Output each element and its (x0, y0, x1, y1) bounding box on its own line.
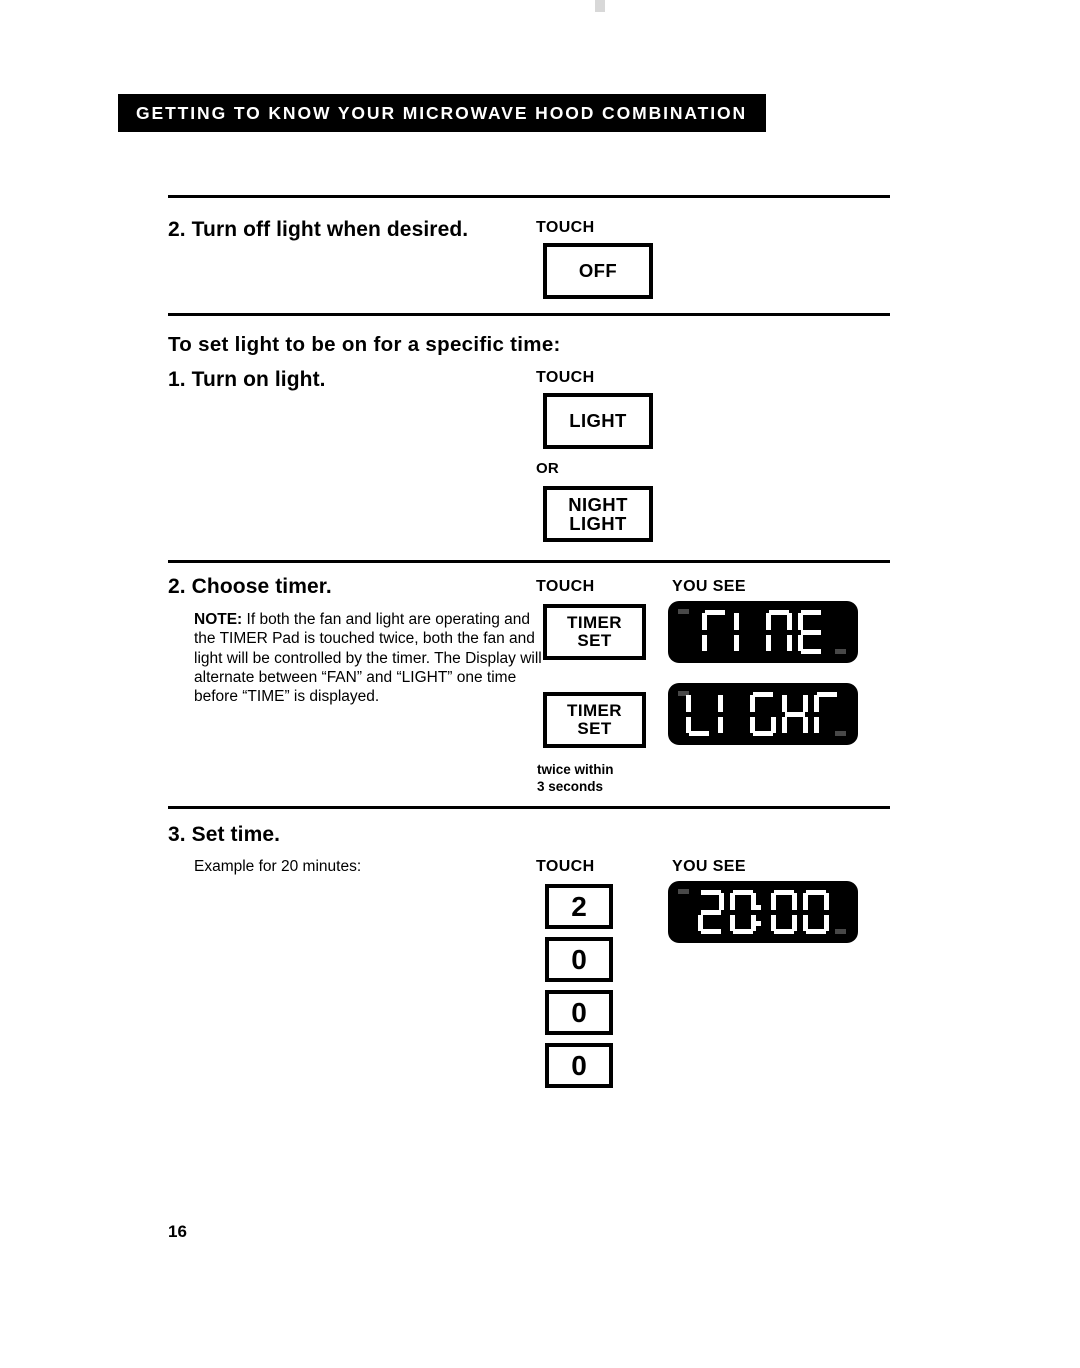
note-paragraph: NOTE: If both the fan and light are oper… (194, 610, 544, 706)
pad-digit-label-2: 0 (571, 943, 587, 975)
step-heading-choose-timer: 2. Choose timer. (168, 575, 332, 598)
page-header-banner: GETTING TO KNOW YOUR MICROWAVE HOOD COMB… (118, 94, 766, 132)
pad-night-light-button[interactable]: NIGHT LIGHT (543, 486, 653, 542)
seven-segment-char (718, 692, 744, 736)
step-heading-set-time: 3. Set time. (168, 823, 281, 846)
you-see-column-label-2: YOU SEE (672, 858, 746, 875)
pad-timer-set-2-line2: SET (577, 719, 612, 738)
seven-segment-char (802, 890, 829, 934)
you-see-column-label-1: YOU SEE (672, 578, 746, 595)
or-separator-label: OR (536, 460, 559, 477)
display-speck (678, 889, 689, 894)
pad-timer-set-2-line1: TIMER (567, 701, 622, 721)
display-speck (835, 929, 846, 934)
seven-segment-char (686, 692, 712, 736)
note-prefix: NOTE: (194, 611, 243, 628)
seven-segment-char (750, 692, 776, 736)
timer-footnote-line2: 3 seconds (537, 779, 604, 794)
touch-column-label-1: TOUCH (536, 219, 595, 236)
seven-segment-char (782, 692, 808, 736)
seven-segment-char (798, 610, 824, 654)
divider-rule-1 (168, 195, 890, 198)
seven-segment-colon (755, 890, 765, 934)
pad-night-light-label-line2: LIGHT (569, 513, 627, 534)
note-body: If both the fan and light are operating … (194, 611, 542, 706)
divider-rule-4 (168, 806, 890, 809)
pad-timer-set-1-line2: SET (577, 631, 612, 650)
seven-segment-char (702, 610, 728, 654)
display-panel-light (668, 683, 858, 745)
display-clock-segments (697, 890, 829, 934)
display-time-segments (702, 610, 824, 654)
seven-segment-char (729, 890, 756, 934)
scan-artifact (595, 0, 605, 12)
pad-digit-label-4: 0 (571, 1049, 587, 1081)
pad-night-light-label-line1: NIGHT (568, 493, 628, 515)
display-speck (835, 649, 846, 654)
pad-off-button[interactable]: OFF (543, 243, 653, 299)
seven-segment-char (814, 692, 840, 736)
touch-column-label-2: TOUCH (536, 369, 595, 386)
touch-column-label-3: TOUCH (536, 578, 595, 595)
pad-off-label: OFF (578, 260, 618, 282)
seven-segment-char (697, 890, 724, 934)
pad-digit-button-2[interactable]: 0 (545, 937, 613, 982)
timer-footnote: twice within 3 seconds (537, 761, 614, 795)
seven-segment-char (734, 610, 760, 654)
pad-timer-set-1-line1: TIMER (567, 613, 622, 633)
pad-digit-button-3[interactable]: 0 (545, 990, 613, 1035)
timer-footnote-line1: twice within (537, 762, 614, 777)
pad-digit-label-1: 2 (571, 890, 587, 922)
example-label: Example for 20 minutes: (194, 858, 362, 875)
pad-light-button[interactable]: LIGHT (543, 393, 653, 449)
display-light-segments (686, 692, 840, 736)
page-header-title: GETTING TO KNOW YOUR MICROWAVE HOOD COMB… (136, 102, 748, 123)
step-heading-turn-off-light: 2. Turn off light when desired. (168, 218, 469, 241)
pad-digit-button-1[interactable]: 2 (545, 884, 613, 929)
section-heading-specific-time: To set light to be on for a specific tim… (168, 333, 561, 356)
display-speck (678, 609, 689, 614)
divider-rule-2 (168, 313, 890, 316)
page-number: 16 (168, 1222, 187, 1241)
divider-rule-3 (168, 560, 890, 563)
touch-column-label-4: TOUCH (536, 858, 595, 875)
seven-segment-char (766, 610, 792, 654)
seven-segment-char (770, 890, 797, 934)
step-heading-turn-on-light: 1. Turn on light. (168, 368, 326, 391)
display-panel-time (668, 601, 858, 663)
pad-timer-set-button-1[interactable]: TIMER SET (543, 604, 646, 660)
pad-timer-set-button-2[interactable]: TIMER SET (543, 692, 646, 748)
pad-digit-label-3: 0 (571, 996, 587, 1028)
pad-light-label: LIGHT (569, 410, 627, 432)
pad-digit-button-4[interactable]: 0 (545, 1043, 613, 1088)
display-panel-clock (668, 881, 858, 943)
manual-page: GETTING TO KNOW YOUR MICROWAVE HOOD COMB… (0, 0, 1080, 1368)
